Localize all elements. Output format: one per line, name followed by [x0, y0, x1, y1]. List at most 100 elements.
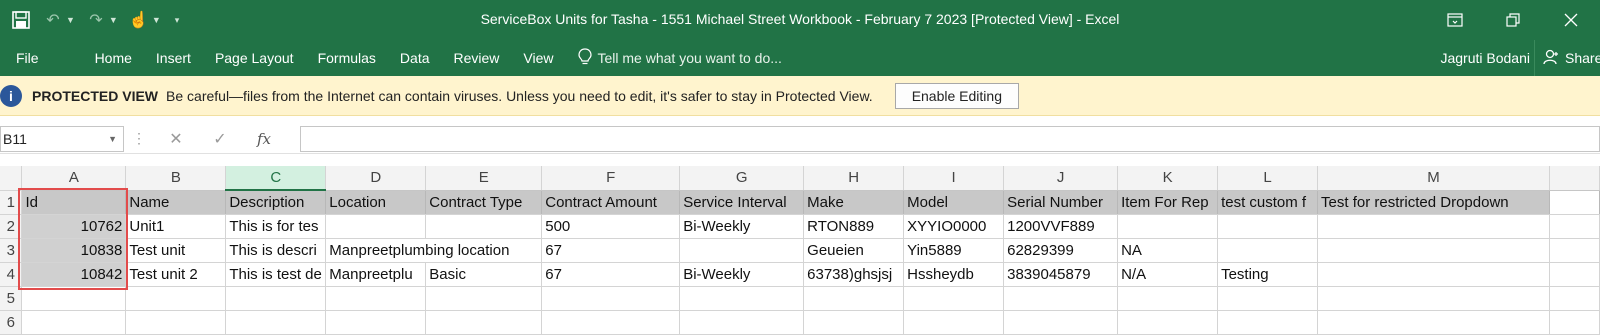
- user-name[interactable]: Jagruti Bodani: [1440, 40, 1530, 76]
- insert-function-icon[interactable]: fx: [242, 130, 286, 148]
- tell-me-box[interactable]: Tell me what you want to do...: [566, 47, 782, 69]
- column-header-h[interactable]: H: [803, 166, 905, 191]
- cell-f6[interactable]: [541, 310, 681, 335]
- close-icon[interactable]: [1542, 0, 1600, 40]
- cell-l2[interactable]: [1217, 214, 1319, 239]
- cell-b1[interactable]: Name: [125, 190, 227, 215]
- cell-b6[interactable]: [125, 310, 227, 335]
- cell-f5[interactable]: [541, 286, 681, 311]
- ribbon-display-icon[interactable]: [1426, 0, 1484, 40]
- cell-b5[interactable]: [125, 286, 227, 311]
- cell-h3[interactable]: Geueien: [803, 238, 905, 263]
- cell-l4[interactable]: Testing: [1217, 262, 1319, 287]
- cell-d2[interactable]: [325, 214, 427, 239]
- cell-g4[interactable]: Bi-Weekly: [679, 262, 805, 287]
- cell-j4[interactable]: 3839045879: [1003, 262, 1119, 287]
- cell-i2[interactable]: XYYIO0000: [903, 214, 1005, 239]
- cell-m6[interactable]: [1317, 310, 1550, 335]
- row-header-4[interactable]: 4: [0, 262, 23, 287]
- cell-m1[interactable]: Test for restricted Dropdown: [1317, 190, 1550, 215]
- cell-i3[interactable]: Yin5889: [903, 238, 1005, 263]
- cell-m2[interactable]: [1317, 214, 1550, 239]
- row-header-1[interactable]: 1: [0, 190, 23, 215]
- cell-f3[interactable]: 67: [541, 238, 681, 263]
- cell-a3[interactable]: 10838: [21, 238, 127, 263]
- column-header-f[interactable]: F: [541, 166, 681, 191]
- enable-editing-button[interactable]: Enable Editing: [894, 82, 1019, 109]
- restore-icon[interactable]: [1484, 0, 1542, 40]
- share-button[interactable]: Share: [1534, 40, 1600, 76]
- cell-b3[interactable]: Test unit: [125, 238, 227, 263]
- row-header-5[interactable]: 5: [0, 286, 23, 311]
- tab-data[interactable]: Data: [388, 40, 442, 76]
- tab-page-layout[interactable]: Page Layout: [203, 40, 306, 76]
- cell-m3[interactable]: [1317, 238, 1550, 263]
- cell-e4[interactable]: Basic: [425, 262, 543, 287]
- cell-l6[interactable]: [1217, 310, 1319, 335]
- column-header-g[interactable]: G: [679, 166, 805, 191]
- cell-i6[interactable]: [903, 310, 1005, 335]
- cell-a1[interactable]: Id: [21, 190, 127, 215]
- cell-j3[interactable]: 62829399: [1003, 238, 1119, 263]
- cell-h5[interactable]: [803, 286, 905, 311]
- cell-i4[interactable]: Hssheydb: [903, 262, 1005, 287]
- row-header-6[interactable]: 6: [0, 310, 23, 335]
- name-box[interactable]: B11 ▼: [0, 125, 124, 152]
- column-header-k[interactable]: K: [1117, 166, 1219, 191]
- column-header-m[interactable]: M: [1317, 166, 1550, 191]
- cell-k1[interactable]: Item For Rep: [1117, 190, 1219, 215]
- column-header-l[interactable]: L: [1217, 166, 1319, 191]
- cell-c2[interactable]: This is for tes: [225, 214, 327, 239]
- cell-k4[interactable]: N/A: [1117, 262, 1219, 287]
- cell-n2[interactable]: [1549, 214, 1600, 239]
- cell-a6[interactable]: [21, 310, 127, 335]
- select-all-corner[interactable]: [0, 166, 23, 191]
- column-header-c[interactable]: C: [225, 166, 327, 191]
- cell-g6[interactable]: [679, 310, 805, 335]
- cell-j1[interactable]: Serial Number: [1003, 190, 1119, 215]
- cell-f1[interactable]: Contract Amount: [541, 190, 681, 215]
- cell-j5[interactable]: [1003, 286, 1119, 311]
- cell-k6[interactable]: [1117, 310, 1219, 335]
- cell-n1[interactable]: [1549, 190, 1600, 215]
- cell-f4[interactable]: 67: [541, 262, 681, 287]
- cell-j2[interactable]: 1200VVF889: [1003, 214, 1119, 239]
- cell-f2[interactable]: 500: [541, 214, 681, 239]
- cell-i1[interactable]: Model: [903, 190, 1005, 215]
- cell-c5[interactable]: [225, 286, 327, 311]
- cell-l1[interactable]: test custom f: [1217, 190, 1319, 215]
- cell-h4[interactable]: 63738)ghsjsj: [803, 262, 905, 287]
- cell-l3[interactable]: [1217, 238, 1319, 263]
- cell-l5[interactable]: [1217, 286, 1319, 311]
- cell-g2[interactable]: Bi-Weekly: [679, 214, 805, 239]
- cell-i5[interactable]: [903, 286, 1005, 311]
- column-header-a[interactable]: A: [21, 166, 127, 191]
- cell-e5[interactable]: [425, 286, 543, 311]
- cell-k5[interactable]: [1117, 286, 1219, 311]
- row-header-2[interactable]: 2: [0, 214, 23, 239]
- cell-d4[interactable]: Manpreetplu: [325, 262, 427, 287]
- cell-h6[interactable]: [803, 310, 905, 335]
- cell-b2[interactable]: Unit1: [125, 214, 227, 239]
- cell-c3[interactable]: This is descri: [225, 238, 327, 263]
- cell-n3[interactable]: [1549, 238, 1600, 263]
- cancel-icon[interactable]: ✕: [154, 129, 198, 149]
- cell-c4[interactable]: This is test de: [225, 262, 327, 287]
- cell-d1[interactable]: Location: [325, 190, 427, 215]
- column-header-j[interactable]: J: [1003, 166, 1119, 191]
- cell-e1[interactable]: Contract Type: [425, 190, 543, 215]
- cell-e6[interactable]: [425, 310, 543, 335]
- cell-n6[interactable]: [1549, 310, 1600, 335]
- cell-d3[interactable]: Manpreetplumbing location: [325, 238, 543, 263]
- enter-icon[interactable]: ✓: [198, 129, 242, 149]
- cell-a4[interactable]: 10842: [21, 262, 127, 287]
- column-header-b[interactable]: B: [125, 166, 227, 191]
- column-header-d[interactable]: D: [325, 166, 427, 191]
- cell-c6[interactable]: [225, 310, 327, 335]
- tab-insert[interactable]: Insert: [144, 40, 203, 76]
- cell-j6[interactable]: [1003, 310, 1119, 335]
- cell-g1[interactable]: Service Interval: [679, 190, 805, 215]
- tab-home[interactable]: Home: [83, 40, 144, 76]
- chevron-down-icon[interactable]: ▼: [108, 134, 117, 144]
- cell-m5[interactable]: [1317, 286, 1550, 311]
